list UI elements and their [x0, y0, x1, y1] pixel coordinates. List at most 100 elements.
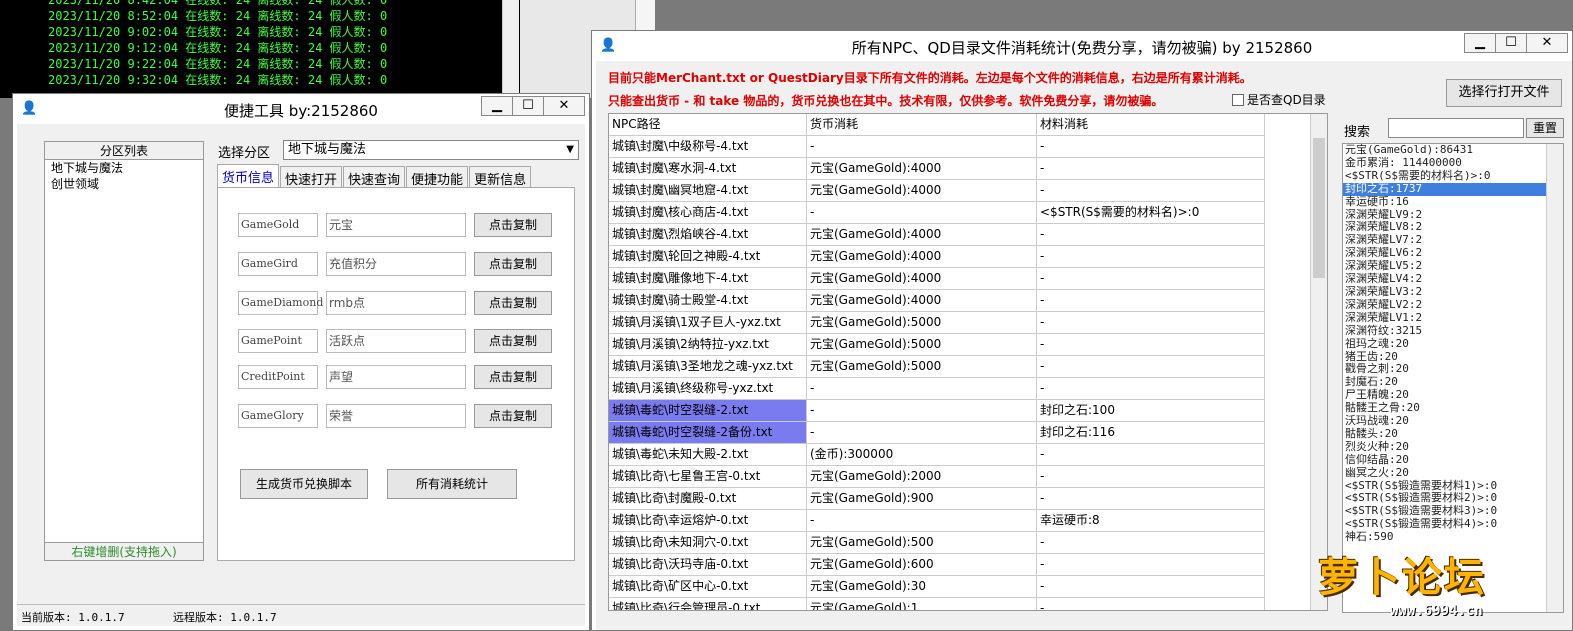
current-version: 当前版本: 1.0.1.7 [21, 611, 125, 624]
table-row[interactable]: 城镇\封魔\寒水洞-4.txt 元宝(GameGold):4000- [609, 158, 1327, 180]
stats-titlebar[interactable]: 👤 所有NPC、QD目录文件消耗统计(免费分享，请勿被骗) by 2152860… [592, 31, 1572, 61]
tool-titlebar[interactable]: 👤 便捷工具 by:2152860 ▁ ☐ ✕ [13, 94, 589, 124]
tab-quick-query[interactable]: 快速查询 [343, 166, 406, 188]
tally-item[interactable]: 金币累消: 114400000 [1343, 156, 1563, 170]
copy-button[interactable]: 点击复制 [474, 252, 552, 276]
partition-select[interactable]: 地下城与魔法 ▼ [283, 140, 579, 160]
table-header[interactable]: NPC路径 货币消耗 材料消耗 [609, 114, 1327, 136]
table-row[interactable]: 城镇\月溪镇\2纳特拉-yxz.txt 元宝(GameGold):5000- [609, 334, 1327, 356]
maximize-button[interactable]: ☐ [1495, 33, 1527, 53]
minimize-button[interactable]: ▁ [1464, 33, 1496, 53]
currency-name-field[interactable]: rmb点 [326, 291, 466, 315]
console-line: 2023/11/20 9:02:04 在线数: 24 离线数: 24 假人数: … [48, 25, 388, 39]
currency-key-field[interactable]: GameGlory [238, 404, 318, 428]
table-cell: 元宝(GameGold):1 [807, 598, 1037, 610]
copy-button[interactable]: 点击复制 [474, 213, 552, 237]
currency-key-field[interactable]: GameGird [238, 252, 318, 276]
tally-item[interactable]: 烈炎火种:20 [1343, 440, 1563, 454]
reset-button[interactable]: 重置 [1526, 118, 1564, 138]
search-input[interactable] [1388, 118, 1524, 138]
partition-item[interactable]: 地下城与魔法 [45, 160, 203, 176]
tally-item[interactable]: 沃玛战魂:20 [1343, 414, 1563, 428]
search-label: 搜索 [1344, 125, 1371, 140]
currency-name-field[interactable]: 活跃点 [326, 329, 466, 353]
table-row[interactable]: 城镇\毒蛇\时空裂缝-2备份.txt - 封印之石:116 [609, 422, 1327, 444]
console-window: 2023/11/20 8:42:04 在线数: 24 离线数: 24 假人数: … [0, 0, 520, 98]
table-row[interactable]: 城镇\封魔\中级称号-4.txt - - [609, 136, 1327, 158]
watermark-url: www.6994.cn [1390, 603, 1483, 619]
currency-name-field[interactable]: 荣誉 [326, 404, 466, 428]
tally-scrollbar[interactable] [1546, 144, 1563, 612]
tab-quick-open[interactable]: 快速打开 [280, 166, 343, 188]
checkbox-box[interactable] [1232, 94, 1244, 106]
table-row[interactable]: 城镇\月溪镇\终级称号-yxz.txt - - [609, 378, 1327, 400]
table-row[interactable]: 城镇\封魔\骑士殿堂-4.txt 元宝(GameGold):4000- [609, 290, 1327, 312]
table-row[interactable]: 城镇\比奇\行会管理员-0.txt 元宝(GameGold):1- [609, 598, 1327, 610]
tally-item[interactable]: 祖玛之魂:20 [1343, 337, 1563, 351]
console-scrollbar[interactable] [502, 0, 519, 98]
close-button[interactable]: ✕ [543, 96, 585, 116]
tab-convenience[interactable]: 便捷功能 [406, 166, 469, 188]
maximize-button[interactable]: ☐ [512, 96, 544, 116]
tally-item[interactable]: 幸运硬币:16 [1343, 195, 1563, 209]
currency-key-field[interactable]: GamePoint [238, 329, 318, 353]
table-cell: <$STR(S$需要的材料名)>:0 [1037, 202, 1265, 224]
table-cell: 元宝(GameGold):600 [807, 554, 1037, 576]
tally-item[interactable]: 信仰结晶:20 [1343, 453, 1563, 467]
tab-currency[interactable]: 货币信息 [217, 164, 280, 187]
tally-item[interactable]: 元宝(GameGold):86431 [1343, 144, 1563, 157]
table-row[interactable]: 城镇\毒蛇\时空裂缝-2.txt - 封印之石:100 [609, 400, 1327, 422]
partition-item[interactable]: 创世领域 [45, 176, 203, 192]
tally-item[interactable]: 神石:590 [1343, 530, 1563, 544]
table-cell: 城镇\比奇\未知洞穴-0.txt [609, 532, 807, 554]
table-row[interactable]: 城镇\封魔\核心商店-4.txt - <$STR(S$需要的材料名)>:0 [609, 202, 1327, 224]
copy-button[interactable]: 点击复制 [474, 365, 552, 389]
table-row[interactable]: 城镇\比奇\矿区中心-0.txt 元宝(GameGold):30- [609, 576, 1327, 598]
tab-update[interactable]: 更新信息 [469, 166, 532, 188]
table-row[interactable]: 城镇\比奇\七星鲁王宫-0.txt 元宝(GameGold):2000- [609, 466, 1327, 488]
tally-item[interactable]: 深渊符纹:3215 [1343, 324, 1563, 338]
generate-script-button[interactable]: 生成货币兑换脚本 [240, 469, 368, 499]
open-file-button[interactable]: 选择行打开文件 [1446, 79, 1562, 107]
all-stats-button[interactable]: 所有消耗统计 [387, 469, 517, 499]
currency-name-field[interactable]: 元宝 [326, 213, 466, 237]
table-cell: 元宝(GameGold):2000 [807, 466, 1037, 488]
tally-item[interactable]: 骷髅头:20 [1343, 427, 1563, 441]
table-cell: - [1037, 598, 1265, 610]
copy-button[interactable]: 点击复制 [474, 329, 552, 353]
tally-item[interactable]: 深渊荣耀LV1:2 [1343, 311, 1563, 325]
copy-button[interactable]: 点击复制 [474, 291, 552, 315]
currency-key-field[interactable]: CreditPoint [238, 365, 318, 389]
table-scrollbar[interactable] [1310, 114, 1327, 610]
table-row[interactable]: 城镇\比奇\沃玛寺庙-0.txt 元宝(GameGold):600- [609, 554, 1327, 576]
table-row[interactable]: 城镇\封魔\雕像地下-4.txt 元宝(GameGold):4000- [609, 268, 1327, 290]
table-cell: 城镇\封魔\核心商店-4.txt [609, 202, 807, 224]
currency-key-field[interactable]: GameGold [238, 213, 318, 237]
tally-item[interactable]: 封印之石:1737 [1343, 182, 1546, 196]
table-row[interactable]: 城镇\月溪镇\3圣地龙之魂-yxz.txt 元宝(GameGold):5000- [609, 356, 1327, 378]
table-row[interactable]: 城镇\毒蛇\未知大殿-2.txt (金币):300000- [609, 444, 1327, 466]
qd-checkbox[interactable]: 是否查QD目录 [1232, 91, 1326, 108]
table-row[interactable]: 城镇\封魔\幽冥地窟-4.txt 元宝(GameGold):4000- [609, 180, 1327, 202]
minimize-button[interactable]: ▁ [481, 96, 513, 116]
tally-item[interactable]: 深渊荣耀LV2:2 [1343, 298, 1563, 312]
close-button[interactable]: ✕ [1526, 33, 1568, 53]
copy-button[interactable]: 点击复制 [474, 404, 552, 428]
table-row[interactable]: 城镇\封魔\烈焰峡谷-4.txt 元宝(GameGold):4000- [609, 224, 1327, 246]
tally-item[interactable]: 深渊荣耀LV3:2 [1343, 285, 1563, 299]
table-cell: 城镇\封魔\中级称号-4.txt [609, 136, 807, 158]
table-cell: 元宝(GameGold):30 [807, 576, 1037, 598]
table-row[interactable]: 城镇\比奇\未知洞穴-0.txt 元宝(GameGold):500- [609, 532, 1327, 554]
table-row[interactable]: 城镇\封魔\轮回之神殿-4.txt 元宝(GameGold):4000- [609, 246, 1327, 268]
tally-item[interactable]: <$STR(S$需要的材料名)>:0 [1343, 169, 1563, 183]
tally-item[interactable]: 幽冥之火:20 [1343, 466, 1563, 480]
table-row[interactable]: 城镇\比奇\封魔殿-0.txt 元宝(GameGold):900- [609, 488, 1327, 510]
currency-key-field[interactable]: GameDiamond [238, 291, 323, 315]
table-row[interactable]: 城镇\月溪镇\1双子巨人-yxz.txt 元宝(GameGold):5000- [609, 312, 1327, 334]
scrollbar-thumb[interactable] [1313, 138, 1325, 278]
table-cell: - [1037, 334, 1265, 356]
currency-name-field[interactable]: 充值积分 [326, 252, 466, 276]
table-cell: 元宝(GameGold):5000 [807, 356, 1037, 378]
table-row[interactable]: 城镇\比奇\幸运熔炉-0.txt - 幸运硬币:8 [609, 510, 1327, 532]
currency-name-field[interactable]: 声望 [326, 365, 466, 389]
